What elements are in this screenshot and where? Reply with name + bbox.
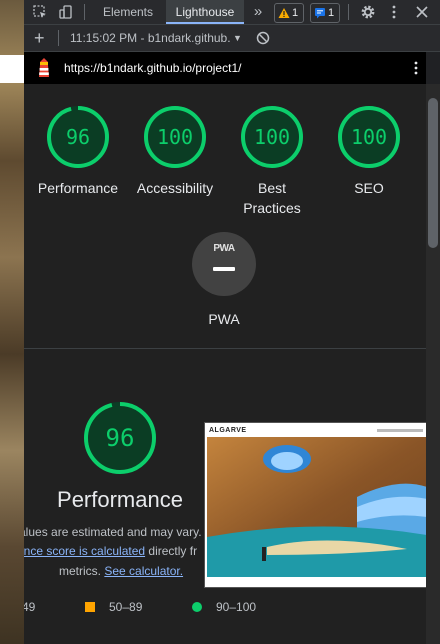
performance-large-gauge: 96 [82, 400, 158, 476]
warning-icon [278, 8, 290, 18]
messages-count: 1 [328, 7, 335, 19]
screenshot-nav [377, 429, 423, 432]
seo-gauge[interactable]: 100 [336, 104, 402, 170]
page-background-white [0, 55, 24, 83]
performance-gauge[interactable]: 96 [45, 104, 111, 170]
best-practices-gauge[interactable]: 100 [239, 104, 305, 170]
accessibility-score: 100 [156, 125, 194, 149]
gear-icon[interactable] [360, 4, 376, 20]
metrics-text: metrics. [59, 564, 101, 578]
lighthouse-logo-icon [39, 58, 49, 77]
new-report-button[interactable]: + [34, 25, 45, 51]
score-calculated-link[interactable]: ance score is calculated [24, 544, 145, 558]
screenshot-site-title: ALGARVE [209, 427, 247, 434]
accessibility-label[interactable]: Accessibility [125, 178, 225, 198]
pwa-badge-text: PWA [213, 243, 235, 254]
tab-lighthouse[interactable]: Lighthouse [166, 0, 244, 24]
performance-section-title: Performance [57, 487, 183, 512]
score-calc-line: ance score is calculated directly fr [24, 544, 197, 558]
inspect-element-icon[interactable] [32, 4, 48, 20]
pwa-label[interactable]: PWA [174, 309, 274, 329]
best-practices-score: 100 [253, 125, 291, 149]
legend-average-label: 50–89 [109, 600, 143, 614]
chevron-down-icon[interactable]: ▼ [233, 25, 242, 51]
screenshot-cave-image [207, 437, 426, 577]
devtools-tabbar: Elements Lighthouse » 1 1 [24, 0, 440, 25]
performance-label[interactable]: Performance [28, 178, 128, 198]
section-divider [24, 348, 426, 349]
seo-label[interactable]: SEO [319, 178, 419, 198]
report-select[interactable]: 11:15:02 PM - b1ndark.github. [70, 25, 231, 51]
performance-large-score: 96 [105, 424, 135, 452]
toolbar-separator [348, 4, 349, 20]
device-toolbar-icon[interactable] [58, 4, 74, 20]
lighthouse-report: 96 Performance 100 Accessibility 100 Bes… [24, 84, 426, 644]
scrollbar-thumb[interactable] [428, 98, 438, 248]
warnings-badge[interactable]: 1 [274, 3, 304, 23]
seo-score: 100 [350, 125, 388, 149]
legend-pass-circle-icon [192, 602, 202, 612]
page-background-strip [0, 0, 24, 644]
messages-badge[interactable]: 1 [310, 3, 340, 23]
clear-reports-icon[interactable] [256, 31, 270, 45]
toolbar-separator [58, 30, 59, 46]
calculator-line: metrics. See calculator. [59, 564, 183, 578]
performance-score: 96 [65, 125, 91, 149]
more-options-icon[interactable] [386, 4, 402, 20]
legend-average-square-icon [85, 602, 95, 612]
report-url[interactable]: https://b1ndark.github.io/project1/ [64, 52, 241, 84]
toolbar-separator [84, 4, 85, 20]
final-screenshot[interactable]: ALGARVE [204, 422, 426, 588]
see-calculator-link[interactable]: See calculator. [104, 564, 183, 578]
legend-pass-label: 90–100 [216, 600, 257, 614]
report-selector-bar: + 11:15:02 PM - b1ndark.github. ▼ [24, 25, 440, 52]
close-icon[interactable] [414, 4, 430, 20]
pwa-dash-icon [213, 267, 235, 271]
best-practices-label[interactable]: Best Practices [232, 178, 312, 218]
pwa-badge[interactable]: PWA [192, 232, 256, 296]
report-scrollbar[interactable] [426, 84, 440, 644]
kebab-icon[interactable] [408, 60, 424, 76]
warnings-count: 1 [292, 7, 299, 19]
message-icon [315, 8, 325, 19]
report-url-bar: https://b1ndark.github.io/project1/ [24, 52, 426, 84]
tab-elements[interactable]: Elements [92, 0, 164, 24]
directly-from-text: directly fr [148, 544, 198, 558]
legend-fail-label: 49 [24, 600, 36, 614]
accessibility-gauge[interactable]: 100 [142, 104, 208, 170]
values-estimated-note: alues are estimated and may vary. [24, 525, 202, 539]
more-tabs-button[interactable]: » [250, 0, 266, 24]
